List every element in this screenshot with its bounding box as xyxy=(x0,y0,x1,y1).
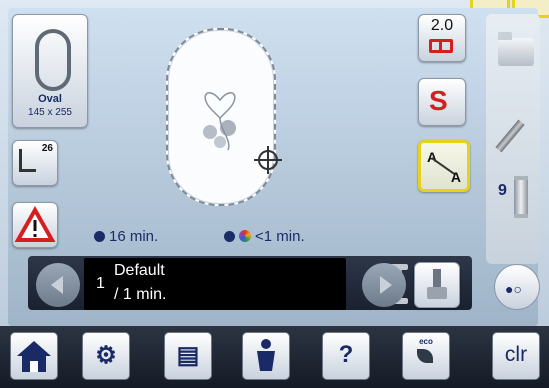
scale-frame-icon xyxy=(429,39,453,53)
clear-label: clr xyxy=(504,343,528,366)
home-icon xyxy=(17,341,51,372)
mirror-button[interactable]: S xyxy=(418,78,466,126)
stitch-button[interactable]: 26 xyxy=(12,140,58,186)
help-button[interactable]: ? xyxy=(322,332,370,380)
color-time: <1 min. xyxy=(224,228,305,245)
creative-guide-icon xyxy=(257,339,275,371)
stitch-icon xyxy=(19,149,36,172)
letter-a-icon: A xyxy=(450,169,461,185)
color-time-value: <1 min. xyxy=(255,228,305,245)
hoop-name: Oval xyxy=(38,93,62,105)
brush-button[interactable] xyxy=(414,262,460,308)
home-button[interactable] xyxy=(10,332,58,380)
clock-icon xyxy=(94,231,105,242)
help-icon: ? xyxy=(338,341,354,368)
folder-icon[interactable] xyxy=(498,32,534,66)
color-info-box: 1 Default / 1 min. xyxy=(84,258,408,310)
thread-count: 9 xyxy=(498,182,507,199)
color-duration: / 1 min. xyxy=(114,286,167,303)
total-time: 16 min. xyxy=(94,228,158,245)
clear-button[interactable]: clr xyxy=(492,332,540,380)
setup-icon: ⚙ xyxy=(95,342,117,369)
warning-icon xyxy=(14,205,56,242)
scale-button[interactable]: 2.0 xyxy=(418,14,466,62)
thread-spool-icon[interactable] xyxy=(514,176,528,218)
tutorial-icon: ▤ xyxy=(176,342,200,369)
oval-hoop-icon xyxy=(35,29,71,91)
total-time-value: 16 min. xyxy=(109,228,159,245)
eco-button[interactable]: eco xyxy=(402,332,450,380)
mirror-s-icon: S xyxy=(429,85,448,116)
next-color-button[interactable] xyxy=(362,263,406,307)
tutorial-button[interactable]: ▤ xyxy=(164,332,212,380)
hoop-preview[interactable] xyxy=(166,28,276,206)
arrow-right-icon xyxy=(380,276,392,294)
arrow-left-icon xyxy=(51,276,63,294)
toggle-icon: ●○ xyxy=(505,281,522,297)
color-index: 1 xyxy=(96,275,105,292)
scale-value: 2.0 xyxy=(430,17,454,34)
color-name: Default xyxy=(114,262,165,279)
warning-button[interactable] xyxy=(12,202,58,248)
creative-guide-button[interactable] xyxy=(242,332,290,380)
brush-icon xyxy=(433,269,441,287)
crosshair-icon[interactable] xyxy=(254,146,282,174)
eco-label: eco xyxy=(419,337,433,346)
color-palette-icon xyxy=(239,230,251,242)
setup-button[interactable]: ⚙ xyxy=(82,332,130,380)
embroidery-motif-icon xyxy=(203,92,236,151)
hoop-size: 145 x 255 xyxy=(28,107,72,118)
hoop-button[interactable]: Oval 145 x 255 xyxy=(12,14,88,128)
previous-color-button[interactable] xyxy=(36,263,80,307)
text-alignment-button[interactable]: A A xyxy=(418,140,470,192)
embroidery-screen: Oval 145 x 255 26 16 min. <1 min. 1 Defa… xyxy=(0,0,549,388)
eco-icon xyxy=(417,349,433,363)
stitch-number: 26 xyxy=(41,143,53,154)
toggle-button[interactable]: ●○ xyxy=(494,264,540,310)
clock-icon xyxy=(224,231,235,242)
